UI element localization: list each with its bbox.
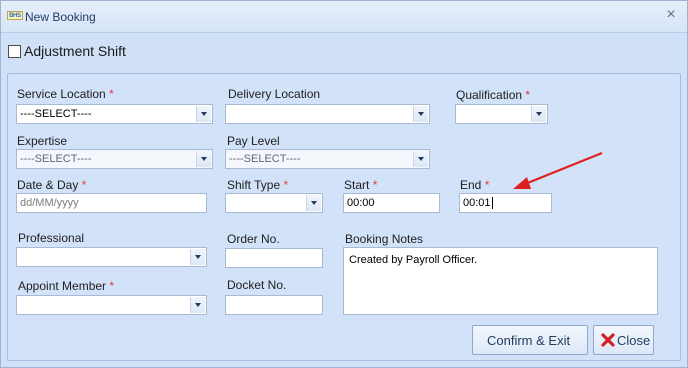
chevron-down-icon [418,157,424,161]
qualification-label: Qualification * [456,88,531,102]
chevron-down-icon [201,157,207,161]
expertise-dropdown-button[interactable] [196,151,211,167]
qualification-select[interactable] [455,104,548,124]
window-title: New Booking [25,10,96,24]
chevron-down-icon [195,303,201,307]
date-day-label: Date & Day * [17,178,87,192]
appoint-member-select[interactable] [16,295,207,315]
docket-no-input[interactable] [225,295,323,315]
text-cursor [491,197,493,210]
date-day-placeholder: dd/MM/yyyy [20,197,79,209]
qualification-dropdown-button[interactable] [531,106,546,122]
chevron-down-icon [195,255,201,259]
professional-label: Professional [18,231,85,245]
adjustment-shift-label: Adjustment Shift [24,43,126,59]
new-booking-window: BHS New Booking × Adjustment Shift Servi… [0,0,688,368]
delivery-location-label: Delivery Location [228,87,321,101]
expertise-value: ----SELECT---- [20,153,92,165]
close-button[interactable]: Close [593,325,654,355]
expertise-label: Expertise [17,134,68,148]
service-location-value: ----SELECT---- [20,108,92,120]
confirm-exit-label: Confirm & Exit [487,333,571,348]
shift-type-select[interactable] [225,193,323,213]
chevron-down-icon [201,112,207,116]
shift-type-label: Shift Type * [227,178,289,192]
end-time-input[interactable]: 00:01 [459,193,552,213]
close-window-icon[interactable]: × [663,6,679,24]
delivery-location-select[interactable] [225,104,430,124]
chevron-down-icon [418,112,424,116]
app-logo-icon: BHS [7,11,23,20]
professional-select[interactable] [16,247,207,267]
expertise-select[interactable]: ----SELECT---- [16,149,213,169]
pay-level-select[interactable]: ----SELECT---- [225,149,430,169]
booking-notes-value: Created by Payroll Officer. [349,254,478,266]
adjustment-shift-checkbox[interactable] [8,45,21,58]
start-time-value: 00:00 [347,197,375,209]
confirm-exit-button[interactable]: Confirm & Exit [472,325,588,355]
pay-level-label: Pay Level [227,134,280,148]
pay-level-dropdown-button[interactable] [413,151,428,167]
order-no-input[interactable] [225,248,323,268]
service-location-label: Service Location * [17,87,114,101]
date-day-input[interactable]: dd/MM/yyyy [16,193,207,213]
title-bar[interactable]: BHS New Booking × [1,1,687,33]
start-label: Start * [344,178,378,192]
service-location-dropdown-button[interactable] [196,106,211,122]
chevron-down-icon [536,112,542,116]
booking-notes-label: Booking Notes [345,232,424,246]
start-time-input[interactable]: 00:00 [343,193,440,213]
shift-type-dropdown-button[interactable] [306,195,321,211]
appoint-member-label: Appoint Member * [18,279,115,293]
end-time-value: 00:01 [463,197,493,210]
end-label: End * [460,178,490,192]
order-no-label: Order No. [227,232,280,246]
booking-notes-textarea[interactable]: Created by Payroll Officer. [343,247,658,315]
close-label: Close [617,333,651,348]
pay-level-value: ----SELECT---- [229,153,301,165]
service-location-select[interactable]: ----SELECT---- [16,104,213,124]
docket-no-label: Docket No. [227,278,287,292]
chevron-down-icon [311,201,317,205]
delivery-location-dropdown-button[interactable] [413,106,428,122]
appoint-member-dropdown-button[interactable] [190,297,205,313]
professional-dropdown-button[interactable] [190,249,205,265]
close-red-x-icon [601,333,615,347]
